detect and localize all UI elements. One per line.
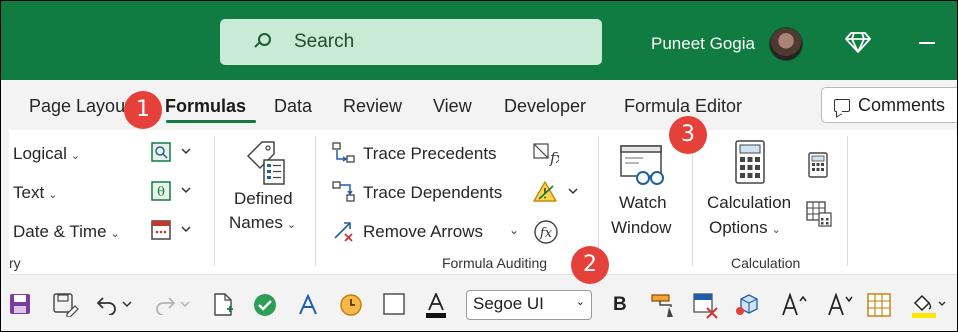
font-name-value: Segoe UI — [473, 294, 544, 313]
date-time-label: Date & Time — [13, 222, 107, 241]
tab-formula-editor[interactable]: Formula Editor — [624, 96, 742, 117]
minimize-button[interactable] — [919, 42, 935, 44]
search-icon — [254, 32, 274, 52]
calculation-options-line2: Options — [709, 218, 768, 237]
tab-data[interactable]: Data — [274, 96, 312, 117]
text-dropdown[interactable]: Text ⌄ — [13, 183, 57, 203]
evaluate-formula-icon[interactable]: fx — [533, 219, 559, 245]
watch-window-line1[interactable]: Watch — [619, 193, 667, 213]
logical-dropdown[interactable]: Logical ⌄ — [13, 144, 80, 164]
quick-access-toolbar: Segoe UI ⌄ B — [9, 274, 957, 331]
delete-cells-icon[interactable] — [693, 293, 719, 319]
comments-button[interactable]: Comments — [821, 87, 957, 123]
defined-names-line1[interactable]: Defined — [234, 189, 293, 209]
chevron-down-icon: ⌄ — [286, 219, 297, 231]
more-functions-icon[interactable] — [151, 220, 195, 240]
clock-icon[interactable] — [339, 293, 363, 317]
redo-icon[interactable] — [153, 293, 191, 315]
search-label: Search — [294, 31, 355, 52]
search-box[interactable]: Search — [220, 19, 602, 65]
lookup-icon[interactable] — [151, 142, 195, 162]
show-formulas-icon[interactable]: fx — [533, 142, 559, 166]
trace-dependents-icon[interactable] — [332, 181, 356, 203]
separator — [315, 136, 316, 266]
tab-review[interactable]: Review — [343, 96, 402, 117]
watch-window-icon[interactable] — [619, 142, 667, 188]
text-direction-icon[interactable] — [297, 293, 319, 317]
chevron-down-icon: ⌄ — [575, 296, 585, 308]
date-time-dropdown[interactable]: Date & Time ⌄ — [13, 222, 120, 242]
ribbon-formulas: Logical ⌄ Text ⌄ Date & Time ⌄ ry θ Defined… — [9, 130, 957, 274]
tab-view[interactable]: View — [433, 96, 472, 117]
callout-badge-3: 3 — [669, 116, 707, 154]
callout-badge-2: 2 — [571, 246, 609, 284]
active-tab-indicator — [166, 120, 256, 123]
tab-page-layout[interactable]: Page Layout — [29, 96, 130, 117]
calculation-options-dropdown[interactable]: Options ⌄ — [709, 218, 781, 238]
tab-formulas[interactable]: Formulas — [165, 96, 246, 117]
avatar[interactable] — [769, 27, 803, 61]
format-painter-icon[interactable] — [649, 293, 675, 317]
trace-precedents-icon[interactable] — [332, 142, 356, 164]
calculate-sheet-icon[interactable] — [806, 201, 832, 227]
error-checking-icon[interactable] — [533, 180, 579, 204]
diamond-icon[interactable] — [845, 31, 871, 53]
calculator-icon[interactable] — [735, 140, 765, 184]
defined-names-icon[interactable] — [242, 138, 290, 186]
chevron-down-icon: ⌄ — [771, 224, 781, 236]
shapes-icon[interactable] — [735, 293, 761, 317]
save-icon[interactable] — [9, 293, 31, 315]
comment-icon — [834, 98, 850, 112]
save-as-icon[interactable] — [53, 293, 79, 317]
calculation-options-line1[interactable]: Calculation — [707, 193, 791, 213]
border-icon[interactable] — [383, 293, 405, 315]
text-label: Text — [13, 183, 45, 202]
remove-arrows-icon[interactable] — [332, 220, 356, 242]
comments-label: Comments — [858, 94, 946, 115]
excel-window: Search Puneet Gogia Page Layout Formulas… — [0, 0, 958, 332]
separator — [692, 136, 693, 266]
remove-arrows-button[interactable]: Remove Arrows — [363, 222, 483, 242]
callout-badge-1: 1 — [124, 91, 162, 129]
separator — [847, 136, 848, 266]
trace-precedents-button[interactable]: Trace Precedents — [363, 144, 497, 164]
trace-dependents-button[interactable]: Trace Dependents — [363, 183, 502, 203]
chevron-down-icon: ⌄ — [48, 189, 58, 201]
svg-text:θ: θ — [157, 185, 165, 200]
increase-font-icon[interactable] — [781, 293, 815, 317]
svg-text:fx: fx — [539, 226, 553, 241]
formula-auditing-group-label: Formula Auditing — [442, 255, 548, 271]
new-file-icon[interactable] — [213, 293, 235, 317]
tab-developer[interactable]: Developer — [504, 96, 586, 117]
title-bar: Search Puneet Gogia — [1, 1, 957, 80]
borders-grid-icon[interactable] — [867, 293, 891, 317]
function-library-group-label: ry — [9, 255, 21, 271]
calculate-now-icon[interactable] — [808, 152, 828, 178]
logical-label: Logical — [13, 144, 67, 163]
bold-icon[interactable]: B — [613, 294, 627, 316]
font-color-icon[interactable] — [425, 293, 447, 319]
user-name[interactable]: Puneet Gogia — [651, 34, 755, 54]
font-name-select[interactable]: Segoe UI ⌄ — [466, 290, 592, 320]
chevron-down-icon: ⌄ — [70, 150, 81, 162]
chevron-down-icon[interactable]: ⌄ — [509, 223, 519, 237]
fill-color-icon[interactable] — [911, 293, 947, 319]
calculation-group-label: Calculation — [731, 255, 801, 271]
svg-text:fx: fx — [549, 149, 559, 166]
watch-window-line2[interactable]: Window — [611, 218, 671, 238]
undo-icon[interactable] — [95, 293, 133, 315]
math-icon[interactable]: θ — [151, 181, 195, 201]
separator — [598, 136, 599, 266]
defined-names-line2: Names — [229, 213, 283, 232]
separator — [214, 136, 215, 266]
chevron-down-icon: ⌄ — [110, 228, 120, 240]
defined-names-dropdown[interactable]: Names ⌄ — [229, 213, 296, 233]
check-icon[interactable] — [253, 293, 277, 317]
decrease-font-icon[interactable] — [827, 293, 861, 317]
